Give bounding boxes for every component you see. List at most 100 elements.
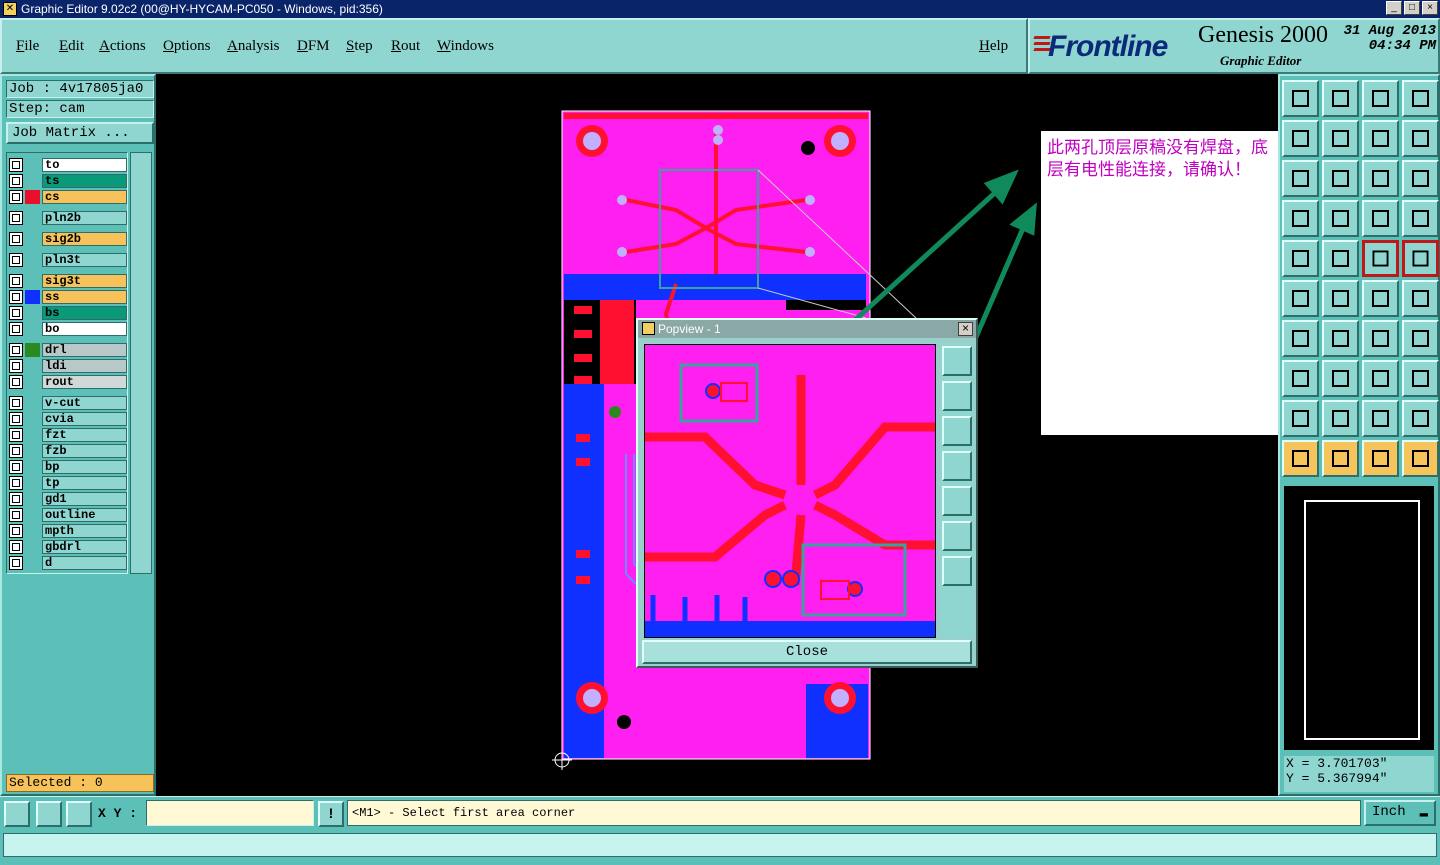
layer-row[interactable]: pln3t bbox=[9, 252, 127, 267]
zoom-area-button[interactable] bbox=[4, 801, 30, 827]
job-matrix-button[interactable]: Job Matrix ... bbox=[6, 122, 154, 144]
layer-row[interactable]: bp bbox=[9, 459, 127, 474]
layer-checkbox[interactable] bbox=[9, 157, 23, 172]
menu-dfm[interactable]: DFM bbox=[297, 38, 330, 55]
snap-grid-button[interactable] bbox=[66, 801, 92, 827]
menu-options[interactable]: Options bbox=[163, 38, 211, 55]
layer-row[interactable]: d bbox=[9, 555, 127, 570]
popview-zoom-fit-button[interactable] bbox=[942, 521, 972, 551]
layer-row[interactable]: ss bbox=[9, 289, 127, 304]
layer-row[interactable]: drl bbox=[9, 342, 127, 357]
layer-checkbox[interactable] bbox=[9, 305, 23, 320]
layer-row[interactable]: fzt bbox=[9, 427, 127, 442]
layer-row[interactable]: fzb bbox=[9, 443, 127, 458]
popview-pan-right-button[interactable] bbox=[942, 486, 972, 516]
layer-checkbox[interactable] bbox=[9, 321, 23, 336]
triangle-icon[interactable] bbox=[1282, 400, 1319, 437]
alert-icon[interactable]: ! bbox=[318, 801, 344, 827]
pointer-select-icon[interactable] bbox=[1362, 440, 1399, 477]
ruler-icon[interactable] bbox=[1282, 200, 1319, 237]
layer-checkbox[interactable] bbox=[9, 289, 23, 304]
save-icon[interactable] bbox=[1322, 80, 1359, 117]
grid-icon[interactable] bbox=[1322, 200, 1359, 237]
window-icon[interactable] bbox=[1402, 80, 1439, 117]
xy-input[interactable] bbox=[146, 800, 314, 826]
pointer-icon[interactable] bbox=[1282, 440, 1319, 477]
circles-icon[interactable] bbox=[1402, 360, 1439, 397]
popview-canvas[interactable] bbox=[644, 344, 936, 638]
layer-checkbox[interactable] bbox=[9, 555, 23, 570]
layer-checkbox[interactable] bbox=[9, 475, 23, 490]
angle-icon[interactable] bbox=[1282, 320, 1319, 357]
point-icon[interactable] bbox=[1362, 280, 1399, 317]
snap2-icon[interactable] bbox=[1402, 200, 1439, 237]
layer-checkbox[interactable] bbox=[9, 459, 23, 474]
layer-row[interactable]: rout bbox=[9, 374, 127, 389]
layer-row[interactable]: bo bbox=[9, 321, 127, 336]
layer-row[interactable]: sig2b bbox=[9, 231, 127, 246]
layer-row[interactable]: tp bbox=[9, 475, 127, 490]
menu-windows[interactable]: Windows bbox=[437, 38, 494, 55]
line-icon[interactable] bbox=[1322, 240, 1359, 277]
pad-icon[interactable] bbox=[1282, 240, 1319, 277]
move-icon[interactable] bbox=[1282, 360, 1319, 397]
layer-row[interactable]: to bbox=[9, 157, 127, 172]
arc-icon[interactable] bbox=[1362, 320, 1399, 357]
layer-row[interactable]: bs bbox=[9, 305, 127, 320]
close-window-button[interactable]: × bbox=[1422, 1, 1438, 15]
popview-pan-up-button[interactable] bbox=[942, 381, 972, 411]
layer-checkbox[interactable] bbox=[9, 395, 23, 410]
node-icon[interactable] bbox=[1282, 280, 1319, 317]
cross-icon[interactable] bbox=[1322, 280, 1359, 317]
layer-row[interactable]: outline bbox=[9, 507, 127, 522]
triangle4-icon[interactable] bbox=[1402, 400, 1439, 437]
measure-icon[interactable] bbox=[1362, 240, 1399, 277]
triangle2-icon[interactable] bbox=[1322, 400, 1359, 437]
home-icon[interactable] bbox=[1362, 80, 1399, 117]
layer-checkbox[interactable] bbox=[9, 427, 23, 442]
layer-row[interactable]: cs bbox=[9, 189, 127, 204]
layer-row[interactable]: ldi bbox=[9, 358, 127, 373]
overview-window[interactable] bbox=[1284, 486, 1434, 750]
layer-checkbox[interactable] bbox=[9, 231, 23, 246]
layer-row[interactable]: ts bbox=[9, 173, 127, 188]
minus-icon[interactable] bbox=[1322, 360, 1359, 397]
layer-row[interactable]: sig3t bbox=[9, 273, 127, 288]
layer-checkbox[interactable] bbox=[9, 507, 23, 522]
slash-icon[interactable] bbox=[1322, 320, 1359, 357]
pointer-move-icon[interactable] bbox=[1402, 440, 1439, 477]
layer-row[interactable]: v-cut bbox=[9, 395, 127, 410]
layer-row[interactable]: gbdrl bbox=[9, 539, 127, 554]
layer-checkbox[interactable] bbox=[9, 342, 23, 357]
popview-pan-left-button[interactable] bbox=[942, 451, 972, 481]
measure-button[interactable] bbox=[36, 801, 62, 827]
layer-checkbox[interactable] bbox=[9, 443, 23, 458]
maximize-button[interactable]: □ bbox=[1404, 1, 1420, 15]
popview-zoom-out-button[interactable] bbox=[942, 556, 972, 586]
dimension-icon[interactable] bbox=[1362, 360, 1399, 397]
split-icon[interactable] bbox=[1402, 320, 1439, 357]
menu-step[interactable]: Step bbox=[346, 38, 373, 55]
point2-icon[interactable] bbox=[1402, 280, 1439, 317]
import-icon[interactable] bbox=[1282, 120, 1319, 157]
layer-checkbox[interactable] bbox=[9, 252, 23, 267]
menu-file[interactable]: File bbox=[16, 38, 39, 55]
layer-checkbox[interactable] bbox=[9, 189, 23, 204]
menu-help[interactable]: Help bbox=[979, 38, 1008, 55]
layer-checkbox[interactable] bbox=[9, 210, 23, 225]
layer-checkbox[interactable] bbox=[9, 273, 23, 288]
layer-row[interactable]: mpth bbox=[9, 523, 127, 538]
layer-checkbox[interactable] bbox=[9, 491, 23, 506]
layer-checkbox[interactable] bbox=[9, 411, 23, 426]
snap-icon[interactable] bbox=[1362, 200, 1399, 237]
layer-checkbox[interactable] bbox=[9, 374, 23, 389]
pointer-box-icon[interactable] bbox=[1322, 440, 1359, 477]
select-box-icon[interactable] bbox=[1402, 240, 1439, 277]
popview-pan-down-button[interactable] bbox=[942, 416, 972, 446]
menu-actions[interactable]: Actions bbox=[99, 38, 146, 55]
popview-close-button[interactable]: Close bbox=[642, 640, 972, 664]
flip-icon[interactable] bbox=[1362, 120, 1399, 157]
layer-checkbox[interactable] bbox=[9, 173, 23, 188]
menu-rout[interactable]: Rout bbox=[391, 38, 420, 55]
layer-checkbox[interactable] bbox=[9, 539, 23, 554]
